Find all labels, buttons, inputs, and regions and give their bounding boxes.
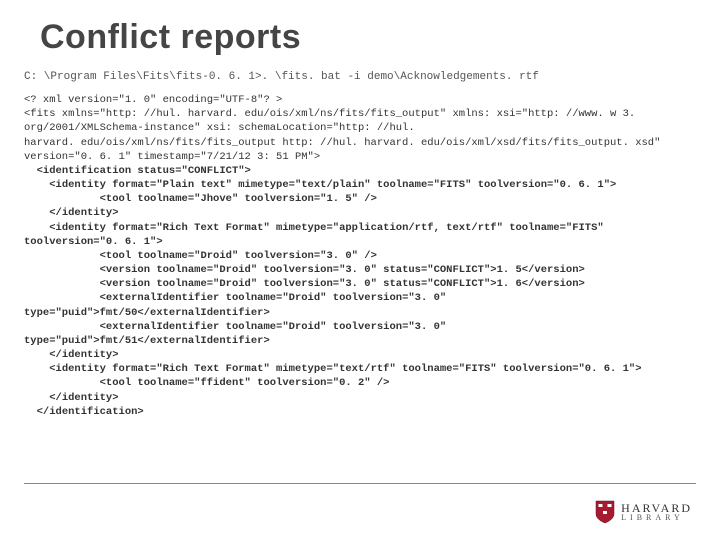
xml-header: <? xml version="1. 0" encoding="UTF-8"? …	[24, 94, 667, 163]
command-line: C: \Program Files\Fits\fits-0. 6. 1>. \f…	[24, 71, 696, 83]
shield-icon	[595, 500, 615, 524]
xml-identification-block: <identification status="CONFLICT"> <iden…	[24, 165, 642, 418]
page-title: Conflict reports	[40, 18, 696, 57]
harvard-logo: HARVARD LIBRARY	[595, 500, 692, 524]
divider	[24, 483, 696, 484]
logo-text: HARVARD LIBRARY	[621, 502, 692, 523]
xml-output: <? xml version="1. 0" encoding="UTF-8"? …	[24, 93, 696, 419]
logo-sub: LIBRARY	[621, 514, 692, 522]
